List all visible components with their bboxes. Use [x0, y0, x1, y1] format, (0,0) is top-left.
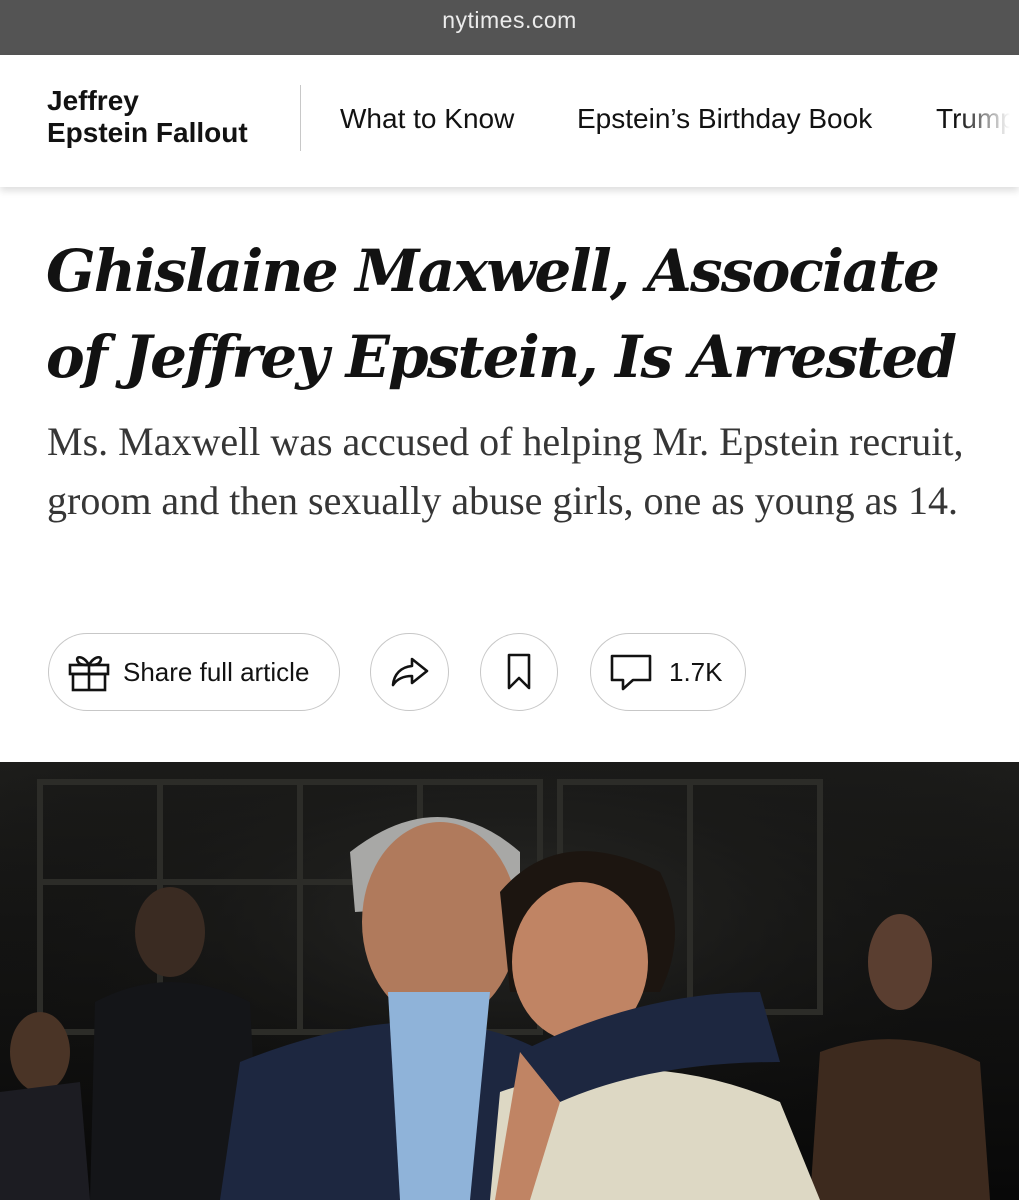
comment-count: 1.7K [669, 656, 723, 687]
nav-item-birthday-book[interactable]: Epstein’s Birthday Book [577, 103, 872, 135]
share-button[interactable] [370, 633, 449, 711]
nav-divider [300, 85, 301, 151]
share-full-article-label: Share full article [123, 656, 310, 687]
comments-button[interactable]: 1.7K [590, 633, 746, 711]
url-text[interactable]: nytimes.com [442, 7, 577, 34]
save-bookmark-button[interactable] [480, 633, 558, 711]
topic-title-line1: Jeffrey [47, 85, 139, 116]
nav-item-what-to-know[interactable]: What to Know [340, 103, 514, 135]
share-arrow-icon [390, 656, 430, 688]
browser-url-bar[interactable]: nytimes.com [0, 0, 1019, 55]
bookmark-icon [506, 653, 532, 691]
article-summary: Ms. Maxwell was accused of helping Mr. E… [47, 419, 964, 523]
nav-fade-overlay [959, 55, 1019, 187]
share-full-article-button[interactable]: Share full article [48, 633, 340, 711]
article-headline: Ghislaine Maxwell, Associate of Jeffrey … [46, 237, 957, 391]
topic-title[interactable]: Jeffrey Epstein Fallout [47, 85, 287, 149]
topic-title-line2: Epstein Fallout [47, 117, 248, 148]
comment-icon [609, 652, 653, 692]
topic-nav: Jeffrey Epstein Fallout What to Know Eps… [0, 55, 1019, 187]
gift-icon [67, 652, 111, 692]
article-lead-photo [0, 762, 1019, 1200]
